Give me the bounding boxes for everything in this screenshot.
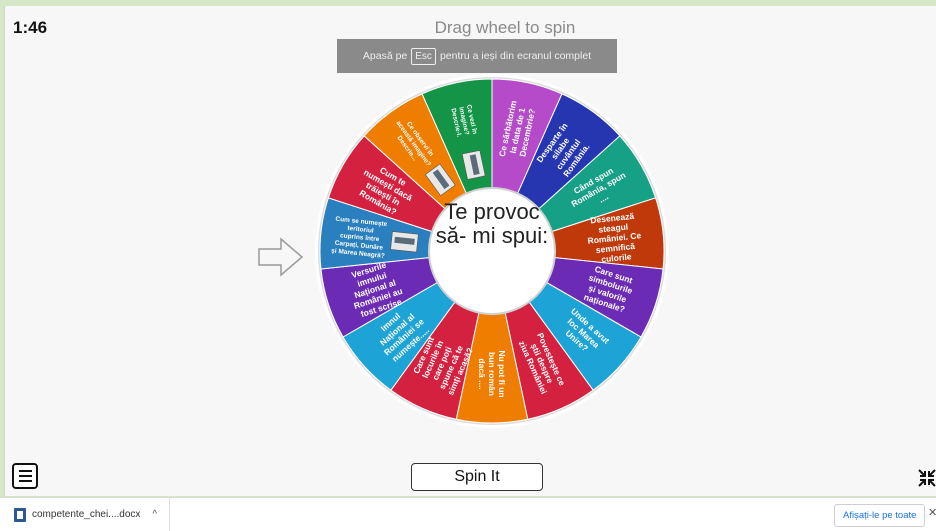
hamburger-menu-icon-line bbox=[18, 480, 32, 482]
timer: 1:46 bbox=[13, 18, 48, 37]
wheel-segment-label: bun român bbox=[487, 352, 497, 396]
drag-hint: Drag wheel to spin bbox=[434, 18, 576, 37]
wheel-segment-label: dacă .... bbox=[477, 358, 487, 389]
activity-stage: 1:46 Drag wheel to spin Apasă pe Esc pen… bbox=[4, 6, 936, 496]
fullscreen-banner-prefix: Apasă pe bbox=[362, 50, 408, 62]
close-icon[interactable]: ✕ bbox=[928, 506, 936, 519]
fullscreen-banner-suffix: pentru a ieși din ecranul complet bbox=[439, 50, 592, 62]
download-file-name[interactable]: competente_chei....docx bbox=[32, 509, 140, 520]
chevron-up-icon[interactable]: ^ bbox=[152, 509, 157, 520]
hamburger-menu-icon bbox=[18, 470, 32, 472]
menu-button[interactable] bbox=[12, 463, 38, 489]
spin-wheel[interactable]: Ce sărbătorim la data de 1 Decembrie? Despa… bbox=[315, 74, 669, 428]
spin-button[interactable]: Spin It bbox=[411, 463, 543, 491]
download-bar: competente_chei....docx ^ Afișați-le pe … bbox=[0, 497, 936, 531]
exit-fullscreen-icon[interactable] bbox=[917, 467, 936, 489]
hamburger-menu-icon-line bbox=[18, 475, 32, 477]
show-all-downloads-button[interactable]: Afișați-le pe toate bbox=[834, 504, 926, 527]
download-item[interactable]: competente_chei....docx ^ bbox=[14, 498, 170, 531]
arrow-right-icon bbox=[258, 237, 304, 277]
wheel-graphic[interactable]: Ce sărbătorimla data de 1Decembrie?Despa… bbox=[315, 74, 669, 428]
wheel-center-text: Te provoc să- mi spui: bbox=[435, 199, 549, 248]
wheel-segment-label: Nu pot fi un bbox=[497, 350, 507, 397]
fullscreen-banner: Apasă pe Esc pentru a ieși din ecranul c… bbox=[337, 39, 617, 73]
word-document-icon bbox=[14, 507, 26, 522]
esc-key: Esc bbox=[411, 47, 436, 65]
